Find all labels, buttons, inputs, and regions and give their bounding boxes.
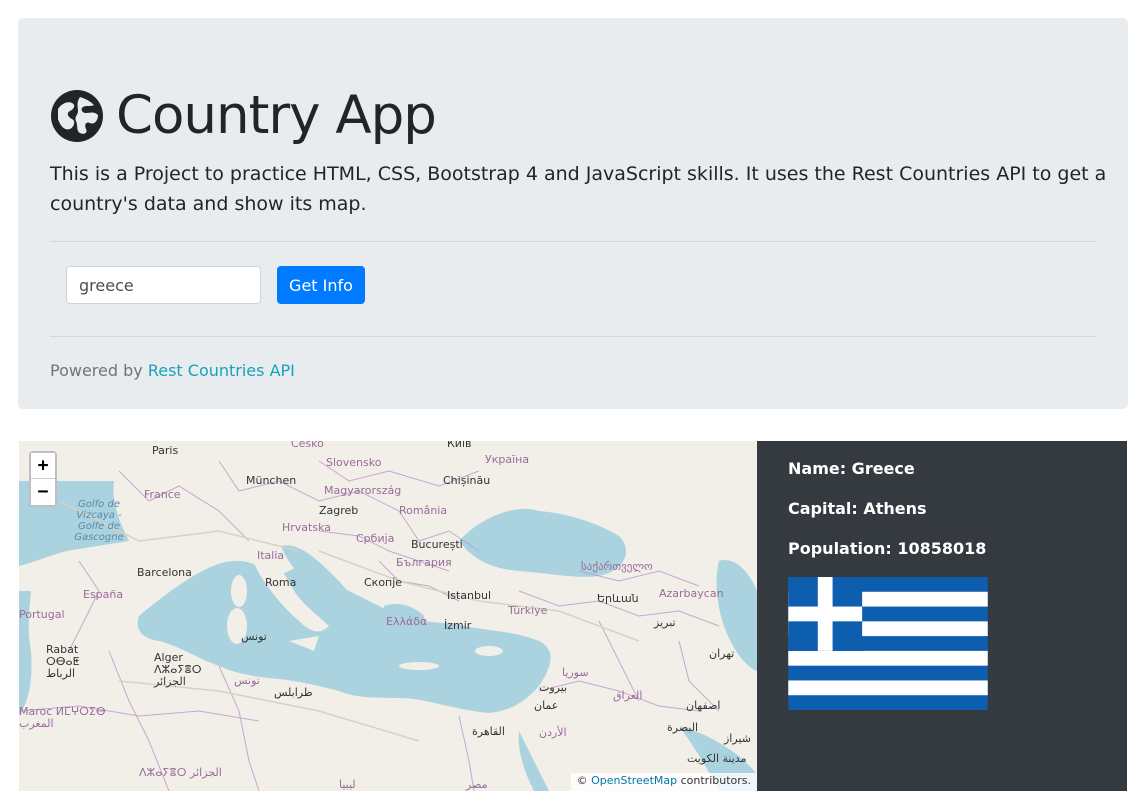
powered-by-text: Powered by Rest Countries API (50, 361, 295, 380)
map-label: Київ (447, 441, 472, 450)
map-label: Chișinău (443, 474, 491, 487)
country-map[interactable]: Paris Česko Київ Slovensko Україна Münch… (19, 441, 757, 791)
divider (50, 336, 1096, 337)
map-label: شیراز (724, 732, 751, 745)
map-label: București (411, 538, 463, 551)
map-label: البصرة (667, 721, 699, 734)
map-label: Česko (291, 441, 324, 450)
country-info-panel: Name: Greece Capital: Athens Population:… (757, 441, 1127, 791)
map-label: Ελλάδα (386, 615, 428, 628)
map-label-line: الرباط (46, 667, 76, 680)
jumbotron: Country App This is a Project to practic… (18, 18, 1128, 409)
attribution-suffix: contributors. (677, 774, 751, 787)
map-label: İzmir (444, 619, 472, 632)
map-label: Rabat ⵔⴱⴰⵟ الرباط (46, 644, 79, 680)
globe-europe-icon (51, 90, 103, 142)
country-name: Name: Greece (788, 459, 915, 478)
map-label: مدينة الكويت (687, 752, 747, 765)
map-label: საქართველო (581, 560, 653, 573)
map-label: Երևան (597, 592, 639, 605)
map-attribution: © OpenStreetMap contributors. (570, 773, 757, 791)
map-label: Italia (257, 549, 285, 562)
map-label: Maroc ⵍⵎⵖⵔⵉⴱ المغرب (19, 706, 106, 730)
map-label: تونس (241, 630, 267, 643)
map-zoom-control: + − (29, 451, 57, 507)
map-label: عمان (534, 699, 559, 712)
lead-text: This is a Project to practice HTML, CSS,… (50, 163, 1107, 215)
country-search-input[interactable] (66, 266, 261, 304)
country-capital: Capital: Athens (788, 499, 927, 518)
map-label: Hrvatska (282, 521, 332, 534)
map-label-line: الجزائر (154, 675, 186, 688)
map-label: العراق (613, 689, 643, 702)
map-label: Paris (152, 444, 179, 457)
map-label: Azarbaycan (659, 587, 724, 600)
map-label: Slovensko (326, 456, 382, 469)
map-label: Alger ⴷⵣⴰⵢⴻⵔ الجزائر (154, 652, 202, 688)
map-label: France (144, 488, 181, 501)
map-label: Zagreb (319, 504, 359, 517)
map-label: España (83, 588, 124, 601)
country-population: Population: 10858018 (788, 539, 987, 558)
map-label: تهران (709, 647, 735, 660)
map-label: Golfo de Vizcaya - Golfe de Gascogne (74, 499, 124, 543)
map-label: تبریز (654, 616, 676, 629)
page-title-row: Country App (50, 85, 437, 146)
get-info-button[interactable]: Get Info (277, 266, 365, 304)
map-label: Portugal (19, 608, 65, 621)
map-label: مصر (466, 778, 488, 791)
map-label: Magyarország (324, 484, 402, 497)
map-label: الأردن (539, 726, 567, 739)
rest-countries-link[interactable]: Rest Countries API (148, 361, 295, 380)
map-label: القاهرة (472, 725, 505, 738)
map-label: München (246, 474, 297, 487)
map-label: Україна (485, 453, 530, 466)
map-label: ليبيا (339, 778, 356, 791)
map-label: Istanbul (447, 589, 492, 602)
map-label: Скопје (364, 576, 403, 589)
map-label: Србија (356, 532, 395, 545)
map-label: طرابلس (274, 686, 313, 699)
powered-by-prefix: Powered by (50, 361, 148, 380)
map-label-line: المغرب (19, 717, 54, 730)
map-label: Türkiye (508, 604, 548, 617)
greece-flag-image (788, 577, 988, 710)
page-title: Country App (116, 85, 437, 146)
map-label: ⴷⵣⴰⵢⴻⵔ الجزائر (139, 766, 222, 779)
map-label: اصفهان (686, 699, 721, 712)
map-label: سوريا (562, 666, 589, 679)
map-label: România (399, 504, 448, 517)
divider (50, 241, 1096, 242)
map-label: Barcelona (137, 566, 192, 579)
openstreetmap-link[interactable]: OpenStreetMap (591, 774, 677, 787)
zoom-in-button[interactable]: + (31, 453, 55, 479)
attribution-prefix: © (576, 774, 592, 787)
map-label: بيروت (539, 681, 568, 694)
map-label: تونس (234, 674, 260, 687)
map-label: България (396, 556, 452, 569)
zoom-out-button[interactable]: − (31, 479, 55, 505)
map-label: Roma (265, 576, 297, 589)
